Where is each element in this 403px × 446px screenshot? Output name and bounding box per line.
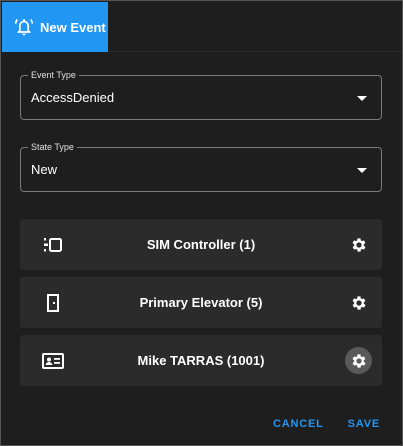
cancel-button[interactable]: CANCEL [273,418,324,430]
id-card-icon [42,351,64,371]
event-type-label: Event Type [28,70,79,81]
state-type-value: New [31,162,58,177]
gear-icon[interactable] [345,289,372,316]
gear-icon[interactable] [345,347,372,374]
item-label: SIM Controller (1) [146,237,256,252]
list-item: Mike TARRAS (1001) [20,335,382,386]
save-button[interactable]: SAVE [348,418,380,430]
list-item: SIM Controller (1) [20,219,382,270]
gear-icon[interactable] [345,231,372,258]
controller-icon [42,235,64,255]
dialog-actions: CANCEL SAVE [273,418,380,430]
list-item: Primary Elevator (5) [20,277,382,328]
item-label: Primary Elevator (5) [139,295,263,310]
item-label: Mike TARRAS (1001) [137,353,265,368]
chevron-down-icon[interactable] [357,96,367,101]
event-type-select[interactable]: Event Type AccessDenied [20,70,382,120]
state-type-label: State Type [28,142,77,153]
state-type-select[interactable]: State Type New [20,142,382,192]
dialog-title: New Event [40,19,106,35]
header-spacer [108,2,401,52]
new-event-dialog: New Event Event Type AccessDenied State … [0,0,403,446]
dialog-header: New Event [2,2,108,52]
door-icon [42,293,64,313]
chevron-down-icon[interactable] [357,168,367,173]
event-type-value: AccessDenied [31,90,115,105]
bell-ring-icon [14,17,34,37]
